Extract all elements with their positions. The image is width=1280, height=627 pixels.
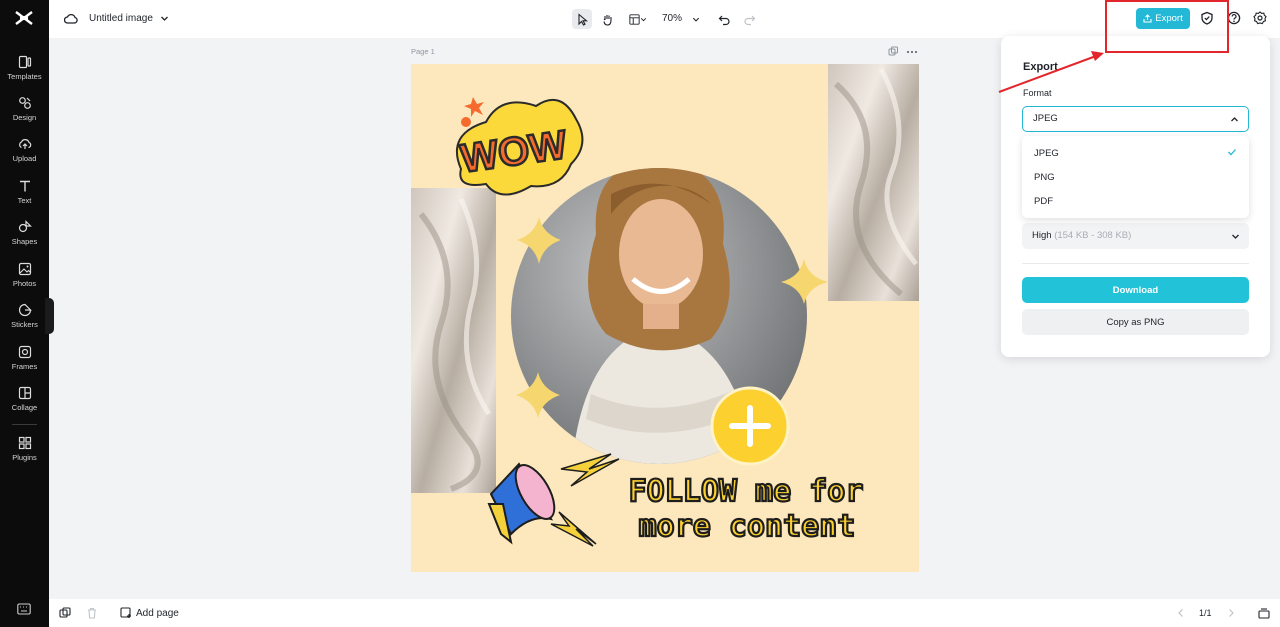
select-tool-button[interactable] (572, 9, 592, 29)
format-dropdown: JPEG PNG PDF (1022, 136, 1249, 218)
format-select[interactable]: JPEG (1022, 106, 1249, 132)
stickers-icon (18, 303, 32, 317)
help-icon[interactable] (1227, 11, 1241, 25)
chevron-down-icon (1232, 234, 1239, 239)
redo-button[interactable] (739, 9, 759, 29)
top-bar: Untitled image 70% Export (49, 0, 1280, 38)
hand-tool-button[interactable] (597, 9, 617, 29)
design-artwork: WOW FOLLOW me for more content (411, 64, 919, 547)
cloud-sync-icon[interactable] (64, 12, 78, 25)
headline-line-1: FOLLOW me for (629, 474, 864, 509)
chevron-down-icon[interactable] (159, 13, 170, 24)
chevron-down-icon (692, 17, 700, 22)
export-panel: Export Format JPEG JPEG PNG PDF High (15… (1001, 36, 1270, 357)
chevron-down-icon (640, 17, 647, 21)
text-icon (19, 180, 30, 192)
sidebar-item-label: Collage (11, 403, 38, 412)
sidebar-item-label: Design (12, 113, 37, 122)
gear-icon[interactable] (1253, 11, 1267, 25)
frames-icon (18, 345, 31, 359)
layout-icon (629, 13, 640, 25)
page-counter: 1/1 (1199, 608, 1212, 618)
format-option-pdf[interactable]: PDF (1022, 186, 1249, 212)
export-panel-title: Export (1023, 61, 1058, 73)
redo-icon (743, 15, 755, 25)
cursor-icon (577, 12, 588, 26)
headline-line-2: more content (639, 509, 856, 544)
format-select-value: JPEG (1033, 113, 1058, 124)
sidebar-item-templates[interactable]: Templates (0, 55, 49, 93)
photos-icon (18, 262, 31, 276)
chevron-left-icon[interactable] (1175, 607, 1187, 619)
left-rail: Templates Design Upload Text Shapes Phot… (0, 0, 54, 627)
shapes-icon (18, 220, 32, 233)
sidebar-item-upload[interactable]: Upload (0, 137, 49, 175)
duplicate-page-icon[interactable] (888, 46, 898, 56)
document-title[interactable]: Untitled image (89, 13, 153, 24)
sidebar-item-plugins[interactable]: Plugins (0, 436, 49, 474)
download-button[interactable]: Download (1022, 277, 1249, 303)
format-option-png[interactable]: PNG (1022, 162, 1249, 186)
more-options-icon[interactable] (906, 50, 918, 54)
collage-icon (18, 386, 31, 400)
sidebar-item-label: Stickers (11, 320, 38, 329)
undo-icon (718, 15, 730, 25)
sidebar-item-label: Text (17, 196, 32, 205)
layers-icon[interactable] (59, 607, 71, 619)
add-page-button[interactable]: Add page (136, 608, 179, 619)
sidebar-item-shapes[interactable]: Shapes (0, 220, 49, 258)
sidebar-item-stickers[interactable]: Stickers (0, 303, 49, 341)
trash-icon[interactable] (86, 607, 98, 619)
sidebar-item-label: Photos (12, 279, 37, 288)
zoom-dropdown-button[interactable] (686, 9, 706, 29)
sidebar-item-label: Shapes (11, 237, 38, 246)
sidebar-item-label: Templates (7, 72, 42, 81)
plugins-icon (18, 436, 31, 450)
keyboard-icon[interactable] (17, 603, 31, 615)
page-label: Page 1 (411, 47, 435, 56)
pages-panel-icon[interactable] (1258, 607, 1270, 619)
check-icon (1228, 149, 1236, 156)
zoom-level[interactable]: 70% (662, 13, 682, 24)
design-canvas[interactable]: WOW FOLLOW me for more content (411, 64, 919, 572)
megaphone-sticker (487, 453, 620, 547)
chevron-up-icon (1231, 117, 1238, 122)
quality-value: High (1032, 230, 1052, 241)
quality-detail: (154 KB - 308 KB) (1054, 230, 1132, 241)
panel-divider (1022, 263, 1249, 264)
sidebar-item-photos[interactable]: Photos (0, 262, 49, 300)
bottom-bar: Add page 1/1 (49, 599, 1280, 627)
wow-sticker: WOW (456, 97, 584, 196)
fabric-panel-left (411, 188, 496, 493)
sidebar-item-design[interactable]: Design (0, 96, 49, 134)
undo-button[interactable] (714, 9, 734, 29)
sidebar-item-collage[interactable]: Collage (0, 386, 49, 424)
sidebar-item-text[interactable]: Text (0, 179, 49, 217)
layout-menu-button[interactable] (625, 9, 651, 29)
copy-as-png-button[interactable]: Copy as PNG (1022, 309, 1249, 335)
sidebar-item-label: Frames (11, 362, 38, 371)
page-actions[interactable] (888, 46, 918, 58)
add-page-icon[interactable] (120, 607, 132, 619)
capcut-logo[interactable] (14, 9, 34, 27)
sidebar-item-frames[interactable]: Frames (0, 345, 49, 383)
templates-icon (18, 55, 31, 69)
format-option-label: PDF (1034, 196, 1053, 207)
chevron-right-icon[interactable] (1225, 607, 1237, 619)
sidebar-item-label: Upload (12, 154, 37, 163)
quality-select[interactable]: High (154 KB - 308 KB) (1022, 223, 1249, 249)
sidebar-collapse-handle[interactable] (45, 298, 54, 334)
design-icon (18, 97, 31, 109)
upload-icon (18, 139, 31, 149)
hand-icon (602, 14, 612, 26)
format-option-label: JPEG (1034, 148, 1059, 159)
sidebar-item-label: Plugins (12, 453, 37, 462)
sidebar-divider (12, 424, 37, 425)
annotation-highlight-box (1105, 0, 1229, 53)
format-option-label: PNG (1034, 172, 1055, 183)
format-label: Format (1023, 88, 1052, 98)
format-option-jpeg[interactable]: JPEG (1022, 136, 1249, 162)
